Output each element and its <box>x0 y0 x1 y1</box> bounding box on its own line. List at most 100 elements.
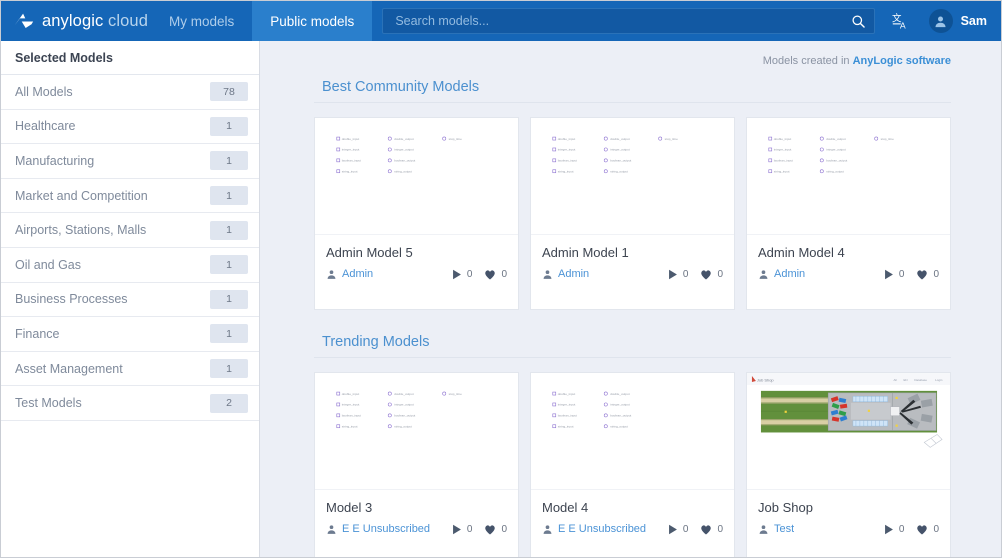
model-card-body: Model 3 E E Unsubscribed 0 <box>315 490 518 557</box>
sidebar-item-label: Airports, Stations, Malls <box>15 223 210 237</box>
user-name-label: Sam <box>961 14 987 28</box>
svg-text:integer_input: integer_input <box>774 148 792 152</box>
model-card[interactable]: double_input integer_input boolean_input… <box>314 117 519 310</box>
like-count: 0 <box>700 269 723 280</box>
svg-text:All: All <box>894 378 898 382</box>
svg-text:string_output: string_output <box>610 170 628 174</box>
svg-text:string_input: string_input <box>342 170 358 174</box>
anylogic-cloud-app: anylogic cloud My models Public models 文… <box>0 0 1002 558</box>
model-card-body: Job Shop Test 0 <box>747 490 950 557</box>
like-count: 0 <box>916 269 939 280</box>
model-card[interactable]: double_input integer_input boolean_input… <box>746 117 951 310</box>
io-diagram-thumbnail-icon: double_input integer_input boolean_input… <box>315 373 518 489</box>
sidebar-item-count: 1 <box>210 151 248 170</box>
like-count-value: 0 <box>933 524 939 535</box>
model-author-link[interactable]: E E Unsubscribed <box>558 523 646 535</box>
translate-language-icon: 文 A <box>892 12 911 31</box>
person-icon <box>326 269 337 280</box>
sidebar-item-test-models[interactable]: Test Models 2 <box>1 386 259 421</box>
svg-text:double_input: double_input <box>774 137 792 141</box>
search-input[interactable] <box>393 13 850 29</box>
model-thumbnail[interactable]: double_input integer_input boolean_input… <box>315 373 518 490</box>
play-icon <box>452 524 462 535</box>
run-count: 0 <box>452 524 473 535</box>
sidebar-item-label: Oil and Gas <box>15 258 210 272</box>
model-author-link[interactable]: Admin <box>774 268 805 280</box>
model-thumbnail[interactable]: double_input integer_input boolean_input… <box>315 118 518 235</box>
brand-logo[interactable]: anylogic cloud <box>1 1 151 41</box>
anylogic-software-link[interactable]: AnyLogic software <box>853 55 951 67</box>
heart-icon <box>916 524 928 535</box>
tab-my-models[interactable]: My models <box>151 1 252 41</box>
play-icon <box>668 269 678 280</box>
like-count: 0 <box>700 524 723 535</box>
sidebar-item-manufacturing[interactable]: Manufacturing 1 <box>1 144 259 179</box>
model-thumbnail[interactable]: Job Shop All EN Database Login <box>747 373 950 490</box>
model-card-title: Admin Model 5 <box>326 245 507 260</box>
heart-icon <box>700 269 712 280</box>
sidebar-item-count: 1 <box>210 221 248 240</box>
model-thumbnail[interactable]: double_input integer_input boolean_input… <box>747 118 950 235</box>
io-diagram-thumbnail-icon: double_input integer_input boolean_input… <box>315 118 518 234</box>
svg-text:integer_input: integer_input <box>558 148 576 152</box>
svg-text:string_output: string_output <box>826 170 844 174</box>
model-author-link[interactable]: Admin <box>558 268 589 280</box>
model-card[interactable]: Job Shop All EN Database Login <box>746 372 951 557</box>
sidebar-item-label: Finance <box>15 327 210 341</box>
model-card[interactable]: double_input integer_input boolean_input… <box>530 117 735 310</box>
model-card-meta: E E Unsubscribed 0 0 <box>326 523 507 535</box>
person-icon <box>758 524 769 535</box>
model-author-link[interactable]: E E Unsubscribed <box>342 523 430 535</box>
search-icon[interactable] <box>851 14 866 29</box>
svg-text:boolean_output: boolean_output <box>610 414 631 418</box>
sidebar-item-label: Test Models <box>15 396 210 410</box>
language-switch-button[interactable]: 文 A <box>881 1 923 41</box>
run-count-value: 0 <box>467 269 473 280</box>
svg-text:double_output: double_output <box>394 392 413 396</box>
play-icon <box>668 524 678 535</box>
sidebar-item-business-processes[interactable]: Business Processes 1 <box>1 283 259 318</box>
like-count: 0 <box>916 524 939 535</box>
model-thumbnail[interactable]: double_input integer_input boolean_input… <box>531 118 734 235</box>
model-card-title: Model 4 <box>542 500 723 515</box>
svg-text:boolean_output: boolean_output <box>826 159 847 163</box>
model-card-meta: Admin 0 0 <box>758 268 939 280</box>
svg-text:string_input: string_input <box>774 170 790 174</box>
model-author-link[interactable]: Test <box>774 523 794 535</box>
svg-text:double_output: double_output <box>826 137 845 141</box>
sidebar-item-count: 1 <box>210 359 248 378</box>
search-area <box>372 1 880 41</box>
created-note-text: Models created in <box>763 55 853 67</box>
sidebar-item-airports-stations-malls[interactable]: Airports, Stations, Malls 1 <box>1 213 259 248</box>
sidebar-item-healthcare[interactable]: Healthcare 1 <box>1 110 259 145</box>
play-icon <box>452 269 462 280</box>
model-card[interactable]: double_input integer_input boolean_input… <box>314 372 519 557</box>
svg-text:double_input: double_input <box>558 137 576 141</box>
user-menu[interactable]: Sam <box>923 1 1001 41</box>
model-card-stats: 0 0 <box>668 524 723 535</box>
model-thumbnail[interactable]: double_input integer_input boolean_input… <box>531 373 734 490</box>
search-box[interactable] <box>382 8 874 34</box>
run-count: 0 <box>884 524 905 535</box>
sidebar-item-market-and-competition[interactable]: Market and Competition 1 <box>1 179 259 214</box>
sidebar-item-count: 1 <box>210 186 248 205</box>
model-card-meta: E E Unsubscribed 0 0 <box>542 523 723 535</box>
sidebar-item-all-models[interactable]: All Models 78 <box>1 75 259 110</box>
top-header-bar: anylogic cloud My models Public models 文… <box>1 1 1001 41</box>
svg-text:Job Shop: Job Shop <box>757 377 775 382</box>
tab-public-models[interactable]: Public models <box>252 1 372 41</box>
svg-text:double_output: double_output <box>394 137 413 141</box>
sidebar-item-finance[interactable]: Finance 1 <box>1 317 259 352</box>
play-icon <box>884 524 894 535</box>
heart-icon <box>700 524 712 535</box>
svg-text:integer_input: integer_input <box>342 148 360 152</box>
model-card[interactable]: double_input integer_input boolean_input… <box>530 372 735 557</box>
sidebar-item-oil-and-gas[interactable]: Oil and Gas 1 <box>1 248 259 283</box>
sidebar-item-asset-management[interactable]: Asset Management 1 <box>1 352 259 387</box>
svg-text:boolean_input: boolean_input <box>774 159 793 163</box>
model-author-link[interactable]: Admin <box>342 268 373 280</box>
svg-text:double_input: double_input <box>342 137 360 141</box>
svg-text:integer_output: integer_output <box>394 148 414 152</box>
app-body: Selected Models All Models 78 Healthcare… <box>1 41 1001 557</box>
created-in-anylogic-note: Models created in AnyLogic software <box>314 41 951 73</box>
